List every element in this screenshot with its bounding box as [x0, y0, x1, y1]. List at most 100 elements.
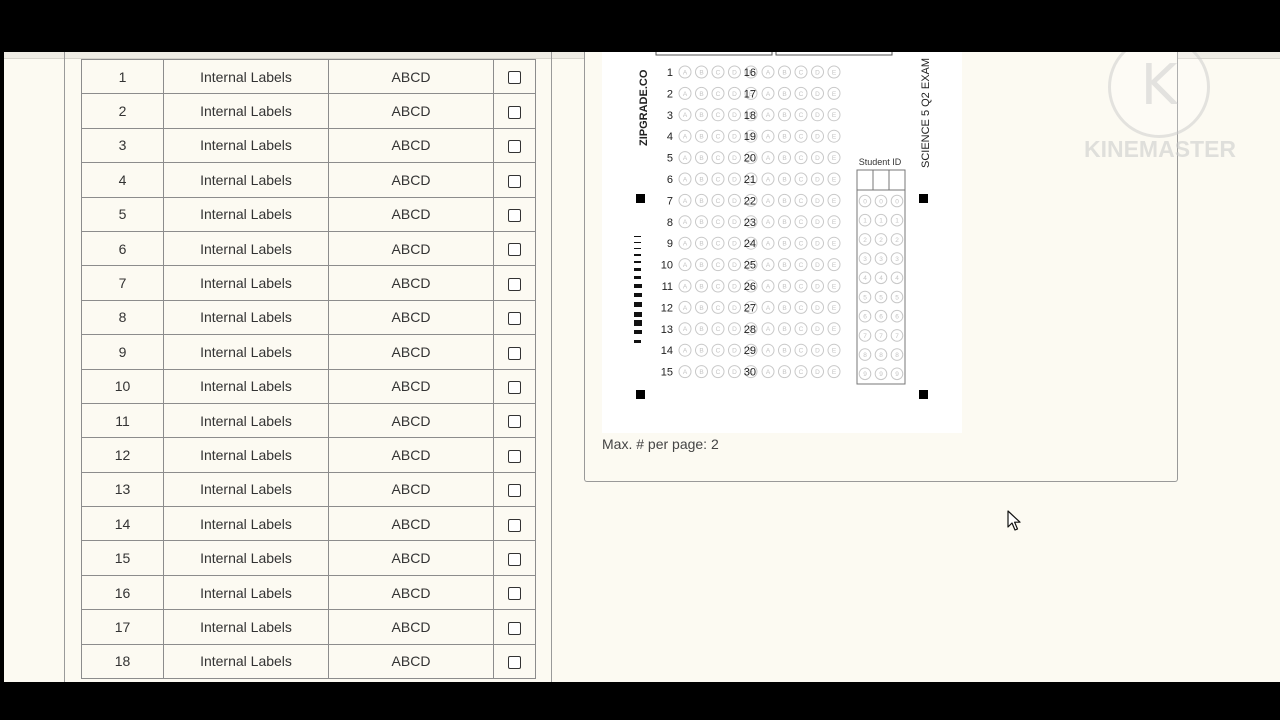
checkbox-icon[interactable]: [508, 415, 521, 429]
question-label: Internal Labels: [163, 230, 329, 267]
id-digit: 3: [895, 256, 899, 263]
bubble-letter: A: [766, 369, 771, 376]
bubble-letter: D: [732, 241, 737, 248]
bubble-letter: C: [799, 134, 804, 141]
header-box: [775, 52, 893, 56]
checkbox-icon[interactable]: [508, 587, 521, 601]
bubble-letter: E: [832, 219, 837, 226]
bubble-letter: E: [832, 326, 837, 333]
timing-mark: [634, 293, 642, 297]
id-digit: 6: [879, 314, 883, 321]
left-question-number: 1: [667, 67, 673, 79]
id-digit: 4: [863, 275, 867, 282]
left-question-number: 7: [667, 195, 673, 207]
bubble-letter: D: [815, 305, 820, 312]
checkbox-icon[interactable]: [508, 174, 521, 188]
question-number: 5: [81, 196, 164, 232]
checkbox-icon[interactable]: [508, 484, 521, 498]
bubble-letter: C: [799, 91, 804, 98]
checkbox-icon[interactable]: [508, 346, 521, 360]
bubble-letter: C: [716, 369, 721, 376]
select-cell: [493, 162, 536, 198]
bubble-letter: C: [799, 283, 804, 290]
question-answers: ABCD: [328, 471, 494, 508]
id-digit: 9: [863, 371, 867, 378]
bubble-letter: B: [699, 241, 703, 248]
bubble-letter: D: [815, 112, 820, 119]
table-row: 1 Internal Labels ABCD: [81, 58, 536, 95]
checkbox-icon[interactable]: [508, 381, 521, 394]
checkbox-icon[interactable]: [508, 552, 521, 566]
checkbox-icon[interactable]: [508, 277, 521, 291]
bubble-letter: B: [699, 69, 703, 76]
app-screen: 1 Internal Labels ABCD 2 Internal Labels ABCD…: [4, 52, 1280, 682]
bubble-letter: B: [699, 262, 703, 269]
bubble-letter: E: [832, 69, 837, 76]
left-question-number: 4: [667, 131, 673, 143]
timing-mark: [634, 268, 641, 271]
bubble-letter: D: [732, 198, 737, 205]
select-cell: [493, 58, 536, 95]
bubble-letter: A: [683, 283, 688, 290]
checkbox-icon[interactable]: [508, 105, 521, 119]
checkbox-icon[interactable]: [508, 209, 521, 223]
question-label: Internal Labels: [163, 334, 329, 370]
right-question-number: 19: [744, 131, 756, 143]
bubble-letter: E: [832, 91, 837, 98]
bubble-letter: B: [699, 369, 703, 376]
corner-marker: [919, 194, 928, 203]
bubble-letter: D: [815, 326, 820, 333]
bubble-letter: C: [716, 69, 721, 76]
checkbox-icon[interactable]: [508, 656, 521, 670]
bubble-letter: D: [732, 305, 737, 312]
bubble-letter: C: [799, 348, 804, 355]
select-cell: [493, 230, 536, 267]
right-question-number: 27: [744, 302, 756, 314]
student-id-label: Student ID: [859, 157, 902, 167]
bubble-letter: D: [815, 198, 820, 205]
bubble-letter: A: [766, 305, 771, 312]
bubble-letter: A: [683, 369, 688, 376]
id-digit: 2: [863, 237, 867, 244]
select-cell: [493, 506, 536, 542]
bubble-letter: A: [766, 326, 771, 333]
bubble-letter: B: [782, 348, 786, 355]
question-answers: ABCD: [328, 506, 494, 542]
select-cell: [493, 299, 536, 336]
bubble-letter: B: [699, 112, 703, 119]
question-answers: ABCD: [328, 643, 494, 680]
bubble-letter: C: [716, 91, 721, 98]
left-question-number: 12: [661, 302, 673, 314]
select-cell: [493, 265, 536, 301]
bubble-letter: C: [799, 69, 804, 76]
question-label: Internal Labels: [163, 162, 329, 198]
checkbox-icon[interactable]: [508, 621, 521, 635]
bubble-letter: E: [832, 262, 837, 269]
bubble-letter: D: [815, 91, 820, 98]
right-question-number: 29: [744, 345, 756, 357]
table-row: 2 Internal Labels ABCD: [81, 93, 536, 129]
bubble-letter: D: [732, 326, 737, 333]
question-number: 4: [81, 162, 164, 198]
checkbox-icon[interactable]: [508, 71, 521, 85]
checkbox-icon[interactable]: [508, 140, 521, 154]
select-cell: [493, 609, 536, 645]
right-question-number: 17: [744, 88, 756, 100]
question-label: Internal Labels: [163, 506, 329, 542]
checkbox-icon[interactable]: [508, 243, 521, 257]
right-question-number: 24: [744, 238, 756, 250]
question-label: Internal Labels: [163, 93, 329, 129]
checkbox-icon[interactable]: [508, 312, 521, 326]
table-row: 6 Internal Labels ABCD: [81, 230, 536, 267]
right-question-number: 22: [744, 195, 756, 207]
answer-sheet-image: ZIPGRADE.CO SCIENCE 5 Q2 EXAM 1 A B C D E 2 A B C D E…: [602, 52, 962, 433]
right-question-number: 16: [744, 67, 756, 79]
checkbox-icon[interactable]: [508, 518, 521, 532]
checkbox-icon[interactable]: [508, 449, 521, 463]
id-digit: 9: [895, 371, 899, 378]
question-label: Internal Labels: [163, 58, 329, 95]
bubble-letter: A: [683, 305, 688, 312]
bubble-letter: C: [799, 112, 804, 119]
timing-mark: [634, 320, 642, 326]
question-number: 2: [81, 93, 164, 129]
